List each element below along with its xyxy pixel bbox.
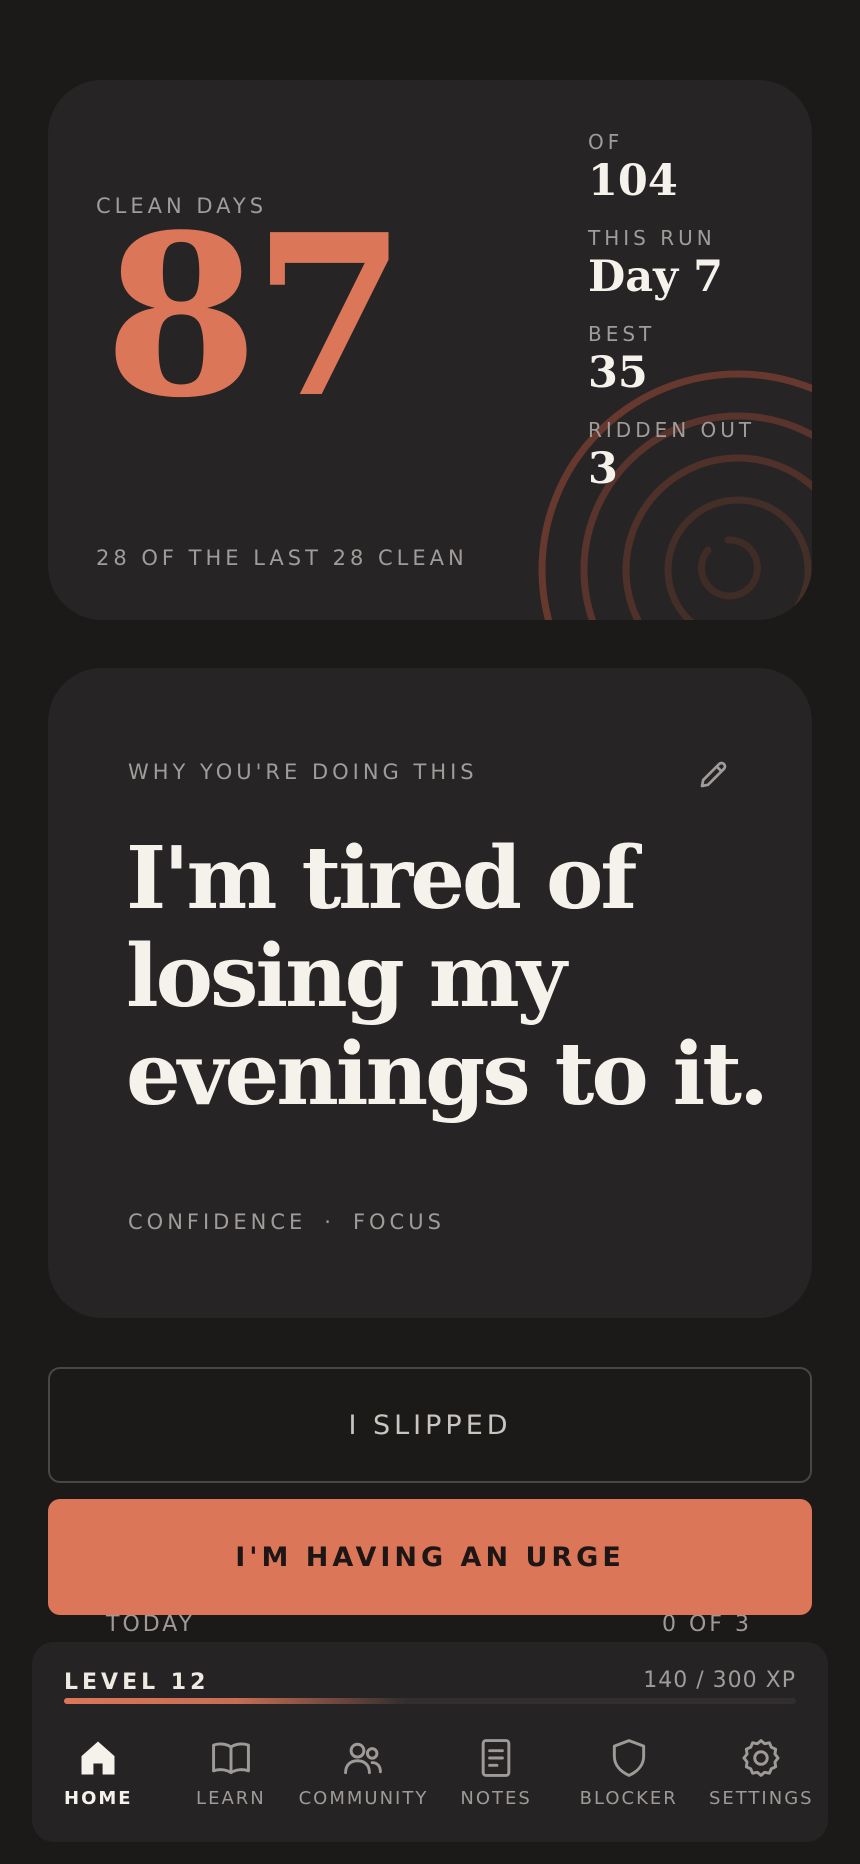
stat-total-value: 104 bbox=[588, 156, 678, 206]
nav-item-learn[interactable]: Learn bbox=[165, 1736, 298, 1809]
stat-ridden-out-value: 3 bbox=[588, 444, 618, 494]
gear-icon bbox=[742, 1739, 780, 1777]
today-label: TODAY bbox=[106, 1612, 196, 1637]
clean-days-count: 87 bbox=[104, 187, 407, 447]
stat-ridden-out-label: Ridden out bbox=[588, 418, 756, 442]
recent-clean-summary: 28 of the last 28 clean bbox=[96, 546, 468, 570]
nav-item-blocker[interactable]: Blocker bbox=[562, 1736, 695, 1809]
motivation-label: Why you're doing this bbox=[128, 760, 478, 784]
stat-this-run-label: This run bbox=[588, 226, 716, 250]
home-icon bbox=[81, 1741, 115, 1775]
urge-button[interactable]: I'm having an urge bbox=[48, 1499, 812, 1615]
slipped-button[interactable]: I slipped bbox=[48, 1367, 812, 1483]
nav-label-community: Community bbox=[298, 1788, 429, 1809]
stats-card: Clean days 87 28 of the last 28 clean Of… bbox=[48, 80, 812, 620]
tag-focus: Focus bbox=[352, 1210, 445, 1234]
nav-label-settings: Settings bbox=[708, 1788, 814, 1809]
nav-label-home: Home bbox=[64, 1788, 133, 1809]
tag-separator: · bbox=[324, 1210, 335, 1234]
note-icon bbox=[481, 1739, 511, 1777]
nav-label-blocker: Blocker bbox=[579, 1788, 678, 1809]
motivation-quote: I'm tired of losing my evenings to it. bbox=[126, 828, 769, 1125]
stat-this-run-value: Day 7 bbox=[588, 252, 724, 302]
xp-label: 140 / 300 XP bbox=[643, 1668, 796, 1693]
today-progress: 0 OF 3 bbox=[662, 1612, 752, 1637]
xp-progress-bar bbox=[64, 1698, 796, 1704]
level-label: Level 12 bbox=[64, 1670, 210, 1695]
pencil-icon[interactable] bbox=[696, 756, 732, 792]
stat-best-value: 35 bbox=[588, 348, 648, 398]
nav-item-home[interactable]: Home bbox=[32, 1736, 165, 1809]
shield-icon bbox=[612, 1739, 645, 1777]
book-icon bbox=[212, 1742, 250, 1775]
motivation-card: Why you're doing this I'm tired of losin… bbox=[48, 668, 812, 1318]
nav-label-notes: Notes bbox=[460, 1788, 532, 1809]
stat-total-label: Of bbox=[588, 130, 624, 154]
xp-progress-fill bbox=[64, 1698, 406, 1704]
people-icon bbox=[344, 1742, 383, 1775]
nav-item-community[interactable]: Community bbox=[297, 1736, 430, 1809]
stat-best-label: Best bbox=[588, 322, 656, 346]
tag-confidence: Confidence bbox=[128, 1210, 307, 1234]
nav-item-settings[interactable]: Settings bbox=[695, 1736, 828, 1809]
nav-label-learn: Learn bbox=[196, 1788, 266, 1809]
bottom-navigation: Level 12 140 / 300 XP Home Learn Co bbox=[32, 1642, 828, 1842]
nav-item-notes[interactable]: Notes bbox=[430, 1736, 563, 1809]
motivation-tags: Confidence · Focus bbox=[128, 1210, 445, 1234]
